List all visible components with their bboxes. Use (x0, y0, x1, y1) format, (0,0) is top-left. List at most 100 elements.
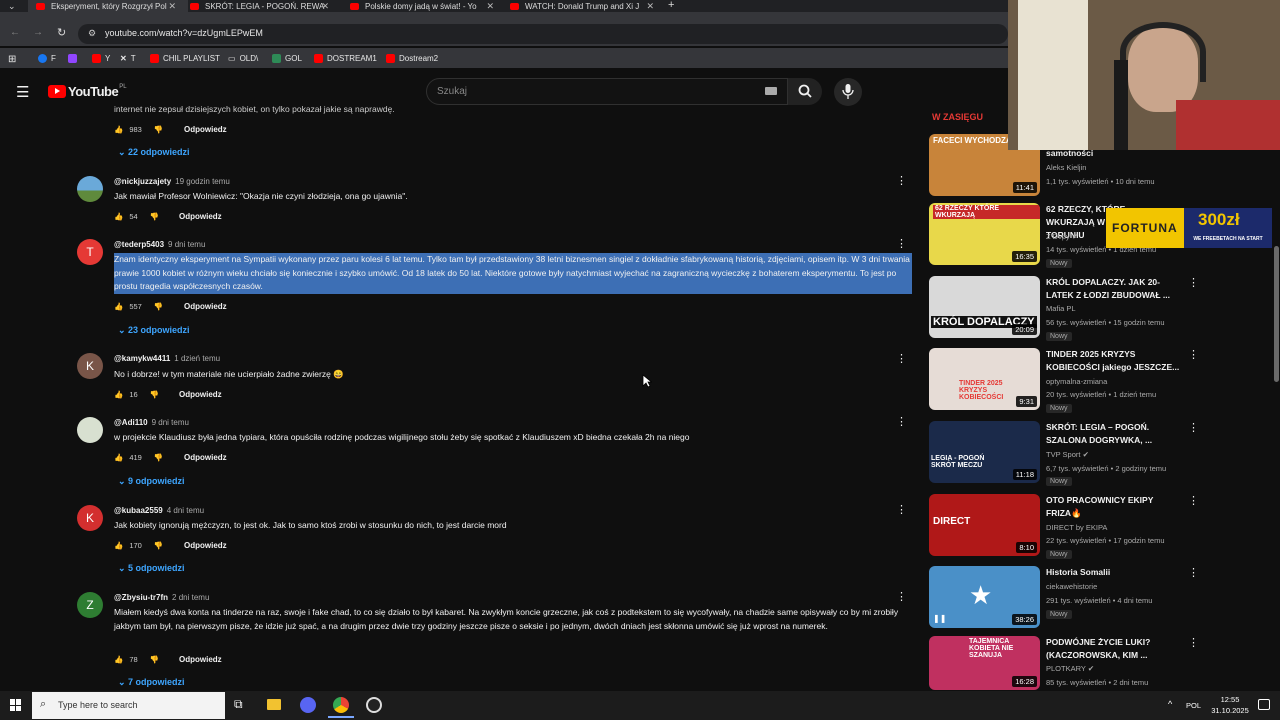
avatar[interactable]: Z (77, 592, 103, 618)
bookmark-folder-old[interactable]: ▭ OLD\ (228, 54, 258, 63)
reply-button[interactable]: Odpowiedz (179, 655, 222, 664)
video-title[interactable]: Historia Somalii (1046, 566, 1186, 579)
video-thumbnail[interactable]: KRÓL DOPALACZY 20:09 (929, 276, 1040, 338)
windows-start-icon[interactable] (10, 699, 22, 711)
video-thumbnail[interactable]: 62 RZECZY KTÓRE WKURZAJĄ 16:35 (929, 203, 1040, 265)
more-options-icon[interactable]: ⋮ (1188, 421, 1199, 434)
video-thumbnail[interactable]: ★ ❚❚ 38:26 (929, 566, 1040, 628)
bookmark-dostream1[interactable]: DOSTREAM1 (314, 54, 377, 63)
clock[interactable]: 12:55 31.10.2025 (1206, 694, 1254, 716)
voice-search-button[interactable] (834, 78, 862, 106)
search-input[interactable]: Szukaj (426, 78, 788, 105)
channel-name[interactable]: PLOTKARY ✔ (1046, 664, 1094, 673)
app-icon[interactable] (300, 697, 316, 713)
more-options-icon[interactable]: ⋮ (896, 237, 907, 250)
reply-button[interactable]: Odpowiedz (184, 541, 227, 550)
channel-name[interactable]: TVP Sport ✔ (1046, 450, 1089, 459)
comment-time[interactable]: 19 godzin temu (175, 177, 230, 186)
like-icon[interactable]: 👍 (114, 655, 123, 664)
video-title[interactable]: TINDER 2025 KRYZYS KOBIECOŚCI jakiego JE… (1046, 348, 1186, 374)
forward-icon[interactable]: → (33, 27, 43, 38)
bookmark-gol[interactable]: GOL (272, 54, 302, 63)
reload-icon[interactable]: ↻ (57, 26, 66, 39)
dislike-icon[interactable]: 👎 (150, 390, 159, 399)
tab-close-icon[interactable]: ✕ (646, 1, 654, 12)
comment-time[interactable]: 4 dni temu (167, 506, 204, 515)
dislike-icon[interactable]: 👎 (154, 453, 163, 462)
comment-time[interactable]: 9 dni temu (152, 418, 189, 427)
comment-author[interactable]: @Zbysiu-tr7fn (114, 593, 168, 602)
more-options-icon[interactable]: ⋮ (896, 503, 907, 516)
more-options-icon[interactable]: ⋮ (1188, 566, 1199, 579)
avatar[interactable]: K (77, 505, 103, 531)
reply-button[interactable]: Odpowiedz (179, 212, 222, 221)
comment-time[interactable]: 9 dni temu (168, 240, 205, 249)
channel-name[interactable]: DIRECT by EKIPA (1046, 523, 1107, 532)
channel-name[interactable]: optymalna-zmiana (1046, 377, 1107, 386)
replies-toggle[interactable]: ⌄ 9 odpowiedzi (118, 476, 185, 487)
video-thumbnail[interactable]: DIRECT 8:10 (929, 494, 1040, 556)
bookmark-chil-playlist[interactable]: CHIL PLAYLIST (150, 54, 220, 63)
more-options-icon[interactable]: ⋮ (1188, 636, 1199, 649)
like-icon[interactable]: 👍 (114, 390, 123, 399)
replies-toggle[interactable]: ⌄ 7 odpowiedzi (118, 677, 185, 688)
keyboard-icon[interactable] (765, 87, 777, 95)
more-options-icon[interactable]: ⋮ (896, 590, 907, 603)
tab-2[interactable]: Polskie domy jadą w świat! - Yo ✕ (350, 0, 500, 12)
replies-toggle[interactable]: ⌄ 5 odpowiedzi (118, 563, 185, 574)
like-icon[interactable]: 👍 (114, 541, 123, 550)
task-view-icon[interactable]: ⧉ (234, 697, 243, 712)
menu-icon[interactable]: ☰ (16, 83, 29, 101)
file-explorer-icon[interactable] (267, 699, 281, 710)
video-title[interactable]: PODWÓJNE ŻYCIE LUKI? (KACZOROWSKA, KIM .… (1046, 636, 1186, 662)
tab-close-icon[interactable]: ✕ (486, 1, 494, 12)
new-tab-icon[interactable]: + (668, 0, 674, 11)
avatar[interactable]: T (77, 239, 103, 265)
dislike-icon[interactable]: 👎 (150, 212, 159, 221)
avatar[interactable] (77, 417, 103, 443)
tray-chevron-icon[interactable]: ^ (1168, 699, 1172, 709)
dislike-icon[interactable]: 👎 (154, 541, 163, 550)
avatar[interactable] (77, 176, 103, 202)
tab-3[interactable]: WATCH: Donald Trump and Xi J ✕ (510, 0, 660, 12)
like-icon[interactable]: 👍 (114, 212, 123, 221)
reply-button[interactable]: Odpowiedz (179, 390, 222, 399)
back-icon[interactable]: ← (10, 27, 20, 38)
reply-button[interactable]: Odpowiedz (184, 125, 227, 134)
bookmark-x[interactable]: ✕ T (120, 54, 136, 63)
like-icon[interactable]: 👍 (114, 125, 123, 134)
reply-button[interactable]: Odpowiedz (184, 453, 227, 462)
comment-time[interactable]: 2 dni temu (172, 593, 209, 602)
channel-name[interactable]: Z Dvpy ✔ (1046, 232, 1078, 241)
youtube-logo[interactable]: YouTube PL (48, 84, 127, 99)
more-options-icon[interactable]: ⋮ (896, 352, 907, 365)
more-options-icon[interactable]: ⋮ (1188, 348, 1199, 361)
video-title[interactable]: OTO PRACOWNICY EKIPY FRIZA🔥 (1046, 494, 1176, 520)
dislike-icon[interactable]: 👎 (154, 302, 163, 311)
reply-button[interactable]: Odpowiedz (184, 302, 227, 311)
tab-1[interactable]: SKRÓT: LEGIA - POGOŃ. REWA ✕ (190, 0, 345, 12)
video-title[interactable]: KRÓL DOPALACZY. JAK 20-LATEK Z ŁODZI ZBU… (1046, 276, 1186, 302)
replies-toggle[interactable]: ⌄ 22 odpowiedzi (118, 147, 190, 158)
tab-0[interactable]: Eksperyment, który Rozgrzył Pol ✕ (28, 0, 188, 12)
chrome-icon[interactable] (333, 697, 349, 713)
tab-close-icon[interactable]: ✕ (321, 1, 329, 12)
video-thumbnail[interactable]: TINDER 2025 KRYZYS KOBIECOŚCI 9:31 (929, 348, 1040, 410)
channel-name[interactable]: ciekawehistorie (1046, 582, 1097, 591)
like-icon[interactable]: 👍 (114, 453, 123, 462)
apps-icon[interactable]: ⊞ (8, 54, 16, 65)
search-button[interactable] (788, 78, 822, 105)
avatar[interactable]: K (77, 353, 103, 379)
obs-icon[interactable] (366, 697, 382, 713)
bookmark-youtube[interactable]: Y (92, 54, 110, 63)
notification-icon[interactable] (1258, 699, 1270, 710)
taskbar-search-input[interactable]: ⌕ Type here to search (32, 692, 225, 719)
pause-icon[interactable]: ❚❚ (933, 614, 946, 623)
comment-author[interactable]: @kubaa2559 (114, 506, 163, 515)
comment-author[interactable]: @tederp5403 (114, 240, 164, 249)
comment-author[interactable]: @Adi110 (114, 418, 148, 427)
video-thumbnail[interactable]: LEGIA - POGOŃ SKRÓT MECZU 11:18 (929, 421, 1040, 483)
video-thumbnail[interactable]: TAJEMNICA KOBIETA NIE SZANUJA 16:28 (929, 636, 1040, 690)
tab-search-icon[interactable]: ⌄ (8, 1, 16, 12)
comment-time[interactable]: 1 dzień temu (174, 354, 220, 363)
